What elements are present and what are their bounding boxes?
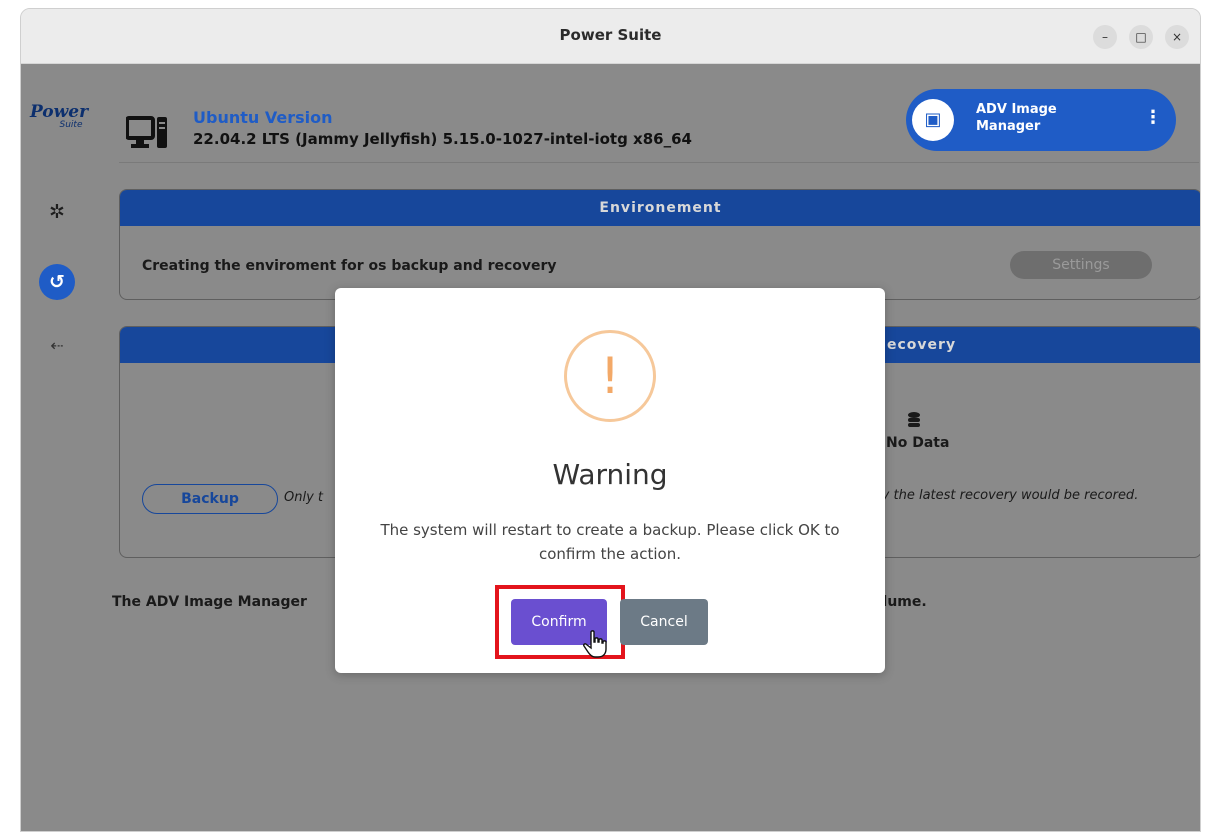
settings-button[interactable]: Settings <box>1010 251 1152 279</box>
restore-icon[interactable]: ↺ <box>39 264 75 300</box>
os-version-value: 22.04.2 LTS (Jammy Jellyfish) 5.15.0-102… <box>193 130 692 148</box>
database-icon <box>908 412 920 432</box>
gear-icon[interactable]: ✲ <box>39 194 75 230</box>
adv-image-manager-button[interactable]: ▣ ADV Image Manager ⋮ <box>906 89 1176 151</box>
warning-dialog: ! Warning The system will restart to cre… <box>335 288 885 673</box>
logo-main: Power <box>29 102 89 122</box>
dialog-message: The system will restart to create a back… <box>380 521 840 563</box>
environment-description: Creating the enviroment for os backup an… <box>142 258 557 274</box>
backup-button[interactable]: Backup <box>142 484 278 514</box>
title-bar[interactable]: Power Suite – □ × <box>21 9 1200 64</box>
header-divider <box>119 162 1199 163</box>
more-options-icon[interactable]: ⋮ <box>1144 107 1162 128</box>
usb-icon[interactable]: ⇠ <box>39 328 75 364</box>
cancel-button[interactable]: Cancel <box>620 599 708 645</box>
power-suite-logo: Power Suite <box>29 102 89 130</box>
no-data-text: No Data <box>886 435 950 451</box>
backup-note: Only t <box>284 490 324 505</box>
warning-icon: ! <box>564 330 656 422</box>
recovery-panel-title: ecovery <box>887 337 957 353</box>
os-version-label: Ubuntu Version <box>193 108 333 127</box>
window-title: Power Suite <box>559 26 662 44</box>
hand-cursor-icon <box>583 630 607 658</box>
minimize-button[interactable]: – <box>1093 25 1117 49</box>
sidebar: Power Suite ✲ ↺ ⇠ <box>21 64 94 831</box>
dialog-title: Warning <box>552 458 668 491</box>
environment-panel-title: Environement <box>120 190 1200 226</box>
maximize-button[interactable]: □ <box>1129 25 1153 49</box>
environment-panel: Environement Creating the enviroment for… <box>119 189 1200 300</box>
footer-note-left: The ADV Image Manager <box>112 594 307 610</box>
computer-icon <box>126 116 167 148</box>
close-button[interactable]: × <box>1165 25 1189 49</box>
image-manager-icon: ▣ <box>912 99 954 141</box>
adv-image-manager-label: ADV Image Manager <box>976 102 1057 134</box>
recovery-note: y the latest recovery would be recored. <box>881 488 1139 503</box>
